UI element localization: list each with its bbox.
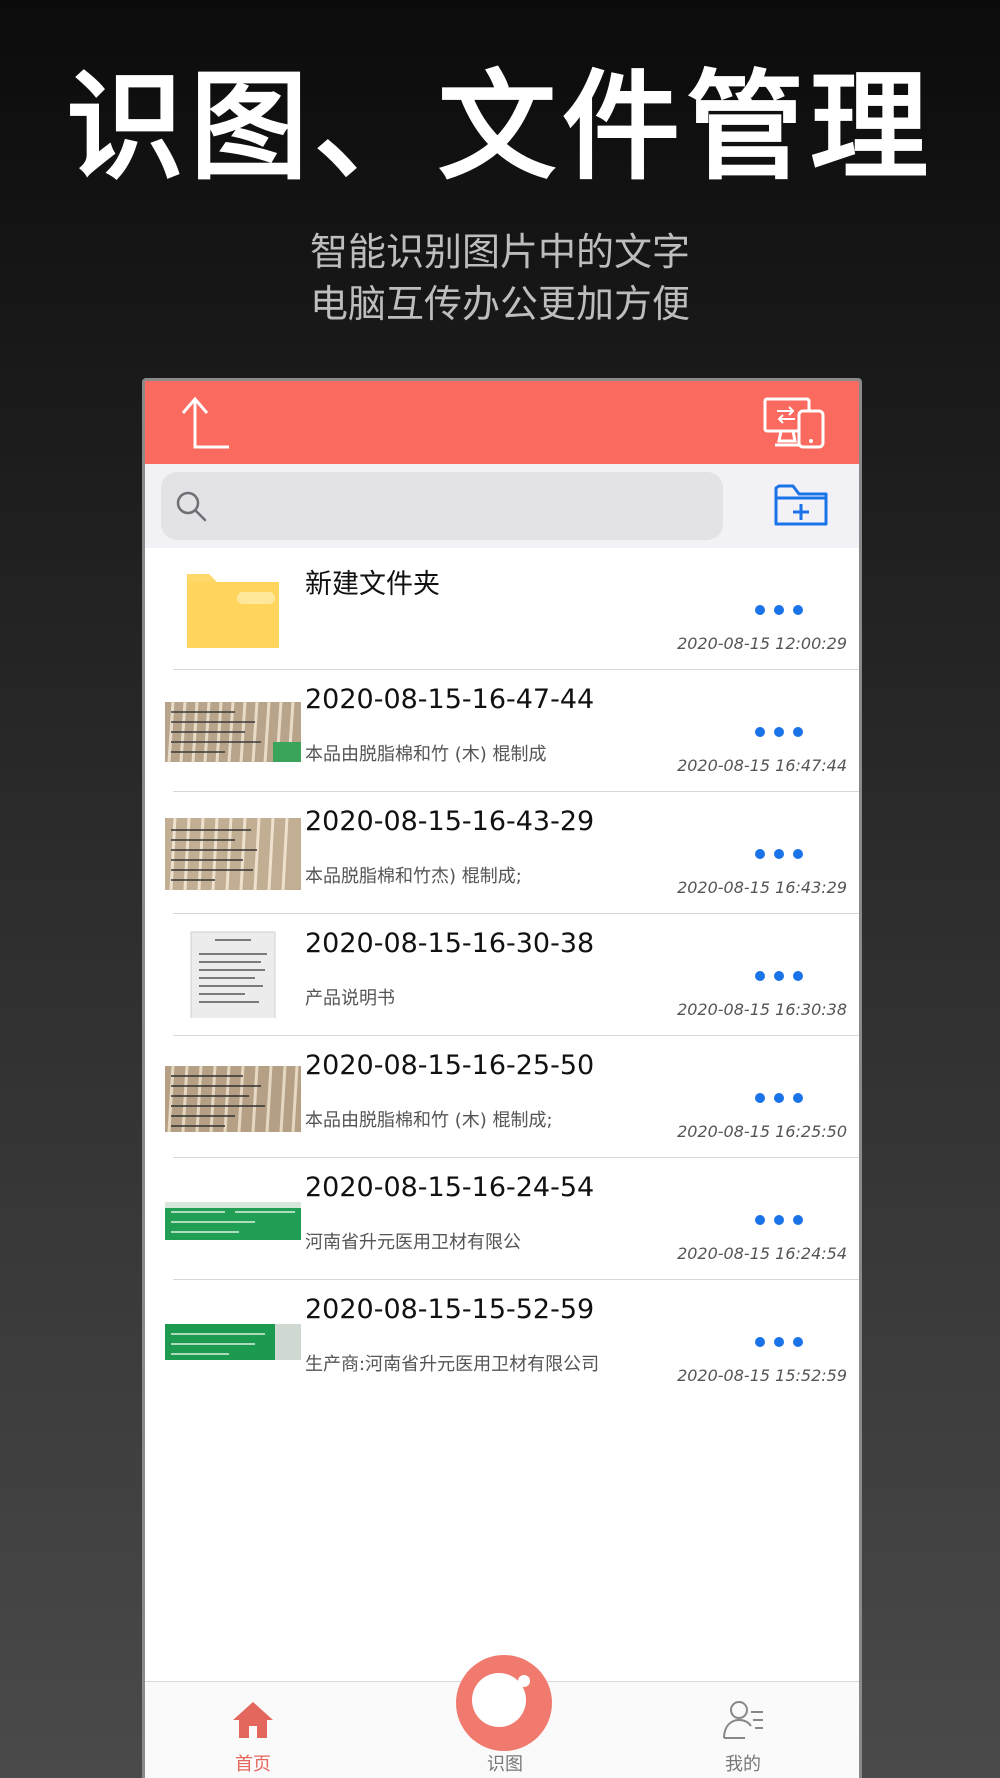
item-snippet: 本品由脱脂棉和竹 (木) 棍制成 [305,744,547,765]
more-options-icon[interactable] [755,1214,803,1226]
item-snippet: 本品由脱脂棉和竹 (木) 棍制成; [305,1110,553,1131]
document-thumbnail [165,1202,301,1240]
list-item[interactable]: 2020-08-15-16-30-38 产品说明书 2020-08-15 16:… [145,914,859,1036]
search-input[interactable] [221,472,711,540]
hero-title: 识图、文件管理 [65,58,934,196]
list-item[interactable]: 2020-08-15-16-47-44 本品由脱脂棉和竹 (木) 棍制成 202… [145,670,859,792]
document-thumbnail [190,931,276,1018]
item-date: 2020-08-15 16:43:29 [677,878,847,897]
upload-arrow-icon[interactable] [177,393,237,453]
search-icon [176,491,207,522]
list-item[interactable]: 2020-08-15-16-24-54 河南省升元医用卫材有限公 2020-08… [145,1158,859,1280]
item-date: 2020-08-15 16:25:50 [677,1122,847,1141]
search-box[interactable] [161,472,723,540]
user-profile-icon [723,1701,763,1739]
new-folder-icon[interactable] [773,476,829,532]
hero-subtitle-line-2: 电脑互传办公更加方便 [309,282,690,326]
tab-home[interactable]: 首页 [173,1682,333,1778]
more-options-icon[interactable] [755,1092,803,1104]
item-snippet: 河南省升元医用卫材有限公 [305,1232,521,1253]
item-title: 2020-08-15-16-24-54 [305,1172,595,1203]
list-item-folder[interactable]: 新建文件夹 2020-08-15 12:00:29 [145,548,859,670]
file-list: 新建文件夹 2020-08-15 12:00:29 2020-08-15-16-… [145,548,859,1402]
item-title: 2020-08-15-15-52-59 [305,1294,595,1325]
hero-subtitle: 智能识别图片中的文字 电脑互传办公更加方便 [0,226,1000,330]
phone-screen: 新建文件夹 2020-08-15 12:00:29 2020-08-15-16-… [142,378,862,1778]
tab-home-label: 首页 [235,1754,271,1775]
navigation-bar [145,381,859,464]
camera-flash-dot [518,1675,530,1687]
search-bar [145,464,859,548]
scan-camera-button[interactable] [456,1655,552,1751]
document-thumbnail [165,1065,301,1133]
list-item[interactable]: 2020-08-15-15-52-59 生产商:河南省升元医用卫材有限公司 20… [145,1280,859,1402]
item-date: 2020-08-15 12:00:29 [677,634,847,653]
home-icon [233,1702,273,1738]
item-snippet: 生产商:河南省升元医用卫材有限公司 [305,1354,600,1375]
more-options-icon[interactable] [755,1336,803,1348]
more-options-icon[interactable] [755,848,803,860]
tab-me-label: 我的 [725,1754,761,1775]
item-date: 2020-08-15 16:30:38 [677,1000,847,1019]
item-title: 2020-08-15-16-43-29 [305,806,595,837]
pc-phone-transfer-icon[interactable] [763,397,825,449]
item-date: 2020-08-15 15:52:59 [677,1366,847,1385]
list-item[interactable]: 2020-08-15-16-43-29 本品脱脂棉和竹杰) 棍制成; 2020-… [145,792,859,914]
item-date: 2020-08-15 16:24:54 [677,1244,847,1263]
list-item[interactable]: 2020-08-15-16-25-50 本品由脱脂棉和竹 (木) 棍制成; 20… [145,1036,859,1158]
tab-scan-label: 识图 [487,1754,523,1775]
item-title: 新建文件夹 [305,569,440,600]
item-date: 2020-08-15 16:47:44 [677,756,847,775]
tab-me[interactable]: 我的 [663,1682,823,1778]
hero-subtitle-line-1: 智能识别图片中的文字 [309,230,690,274]
document-thumbnail [165,817,301,891]
more-options-icon[interactable] [755,970,803,982]
more-options-icon[interactable] [755,604,803,616]
item-snippet: 本品脱脂棉和竹杰) 棍制成; [305,866,522,887]
more-options-icon[interactable] [755,726,803,738]
document-thumbnail [165,1324,301,1360]
item-title: 2020-08-15-16-25-50 [305,1050,595,1081]
document-thumbnail [165,701,301,763]
folder-icon [187,574,279,648]
item-title: 2020-08-15-16-30-38 [305,928,595,959]
item-title: 2020-08-15-16-47-44 [305,684,595,715]
item-snippet: 产品说明书 [305,988,395,1009]
